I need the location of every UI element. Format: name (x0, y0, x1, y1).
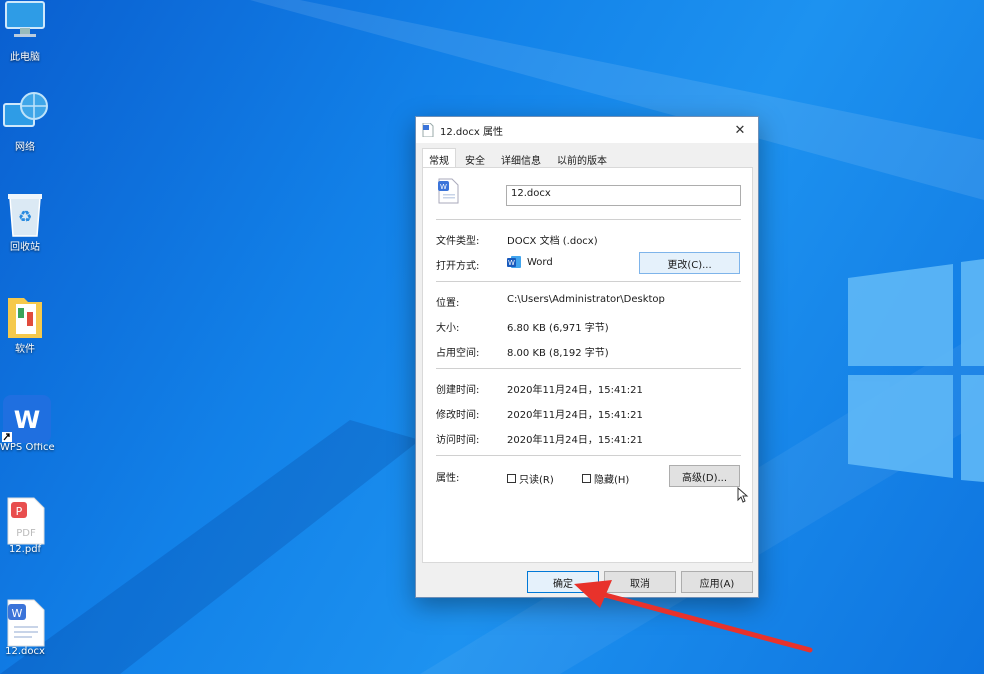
disk-size-value: 8.00 KB (8,192 字节) (507, 348, 609, 359)
created-value: 2020年11月24日，15:41:21 (507, 385, 643, 396)
location-value: C:\Users\Administrator\Desktop (507, 294, 665, 305)
desktop-icon-wps-office[interactable]: W WPS Office (0, 394, 55, 453)
modified-value: 2020年11月24日，15:41:21 (507, 410, 643, 421)
dialog-title: 12.docx 属性 (440, 126, 503, 138)
modified-label: 修改时间: (436, 410, 480, 421)
desktop-icon-label: 此电脑 (10, 52, 40, 63)
dialog-titlebar[interactable]: 12.docx 属性 ✕ (416, 117, 758, 143)
recycle-bin-icon: ♻ (2, 190, 48, 237)
checkbox-box[interactable] (582, 474, 591, 483)
pdf-file-icon: P PDF (2, 496, 48, 545)
desktop-icon-label: 网络 (15, 142, 35, 153)
network-icon (2, 90, 48, 136)
word-app-icon: W (507, 256, 521, 268)
divider (436, 368, 741, 369)
checkbox-box[interactable] (507, 474, 516, 483)
desktop-icon-label: 软件 (15, 344, 35, 355)
open-with-label: 打开方式: (436, 261, 480, 272)
tab-general[interactable]: 常规 (422, 148, 456, 169)
advanced-button[interactable]: 高级(D)... (669, 465, 740, 487)
hidden-checkbox[interactable]: 隐藏(H) (582, 471, 629, 486)
svg-text:P: P (16, 505, 23, 518)
hidden-checkbox-label: 隐藏(H) (594, 475, 630, 486)
properties-dialog: 12.docx 属性 ✕ 常规 安全 详细信息 以前的版本 W 12.docx … (415, 116, 759, 598)
divider (436, 219, 741, 220)
svg-text:W: W (508, 259, 515, 267)
desktop-icon-recycle-bin[interactable]: ♻ 回收站 (0, 190, 50, 253)
change-button[interactable]: 更改(C)... (639, 252, 740, 274)
close-button[interactable]: ✕ (728, 120, 752, 140)
readonly-checkbox-label: 只读(R) (519, 475, 554, 486)
tab-previous-versions[interactable]: 以前的版本 (550, 148, 614, 167)
mouse-cursor-icon (737, 487, 749, 503)
svg-text:W: W (440, 183, 447, 191)
desktop-icon-label: 回收站 (10, 242, 40, 253)
size-value: 6.80 KB (6,971 字节) (507, 323, 609, 334)
desktop-icon-12-docx[interactable]: W 12.docx (0, 598, 50, 657)
accessed-label: 访问时间: (436, 435, 480, 446)
tab-security[interactable]: 安全 (458, 148, 492, 167)
size-label: 大小: (436, 323, 460, 334)
svg-text:♻: ♻ (18, 207, 32, 226)
wps-office-icon: W (2, 394, 51, 443)
svg-text:W: W (12, 607, 23, 620)
docx-file-icon (422, 123, 434, 137)
file-name-input[interactable]: 12.docx (506, 185, 741, 206)
disk-size-label: 占用空间: (436, 348, 480, 359)
open-with-app-name: Word (527, 257, 553, 268)
open-with-value: W Word (507, 255, 553, 269)
folder-icon (2, 292, 48, 338)
file-type-label: 文件类型: (436, 236, 480, 247)
readonly-checkbox[interactable]: 只读(R) (507, 471, 554, 486)
location-label: 位置: (436, 298, 460, 309)
desktop-icon-network[interactable]: 网络 (0, 90, 50, 153)
desktop-icon-software-folder[interactable]: 软件 (0, 292, 50, 355)
windows-logo (848, 259, 984, 482)
tab-details[interactable]: 详细信息 (494, 148, 548, 167)
general-panel: W 12.docx 文件类型: DOCX 文档 (.docx) 打开方式: WW… (422, 167, 753, 563)
accessed-value: 2020年11月24日，15:41:21 (507, 435, 643, 446)
divider (436, 455, 741, 456)
tab-bar: 常规 安全 详细信息 以前的版本 (422, 148, 616, 169)
svg-text:PDF: PDF (16, 528, 36, 539)
created-label: 创建时间: (436, 385, 480, 396)
desktop-icon-12-pdf[interactable]: P PDF 12.pdf (0, 496, 50, 555)
computer-icon (2, 0, 48, 46)
docx-file-icon: W (438, 178, 459, 204)
attributes-label: 属性: (436, 473, 460, 484)
desktop-icon-this-pc[interactable]: 此电脑 (0, 0, 50, 63)
divider (436, 281, 741, 282)
docx-file-icon: W (2, 598, 48, 647)
file-type-value: DOCX 文档 (.docx) (507, 236, 598, 247)
svg-text:W: W (14, 406, 40, 434)
annotation-arrow-icon (574, 580, 813, 653)
